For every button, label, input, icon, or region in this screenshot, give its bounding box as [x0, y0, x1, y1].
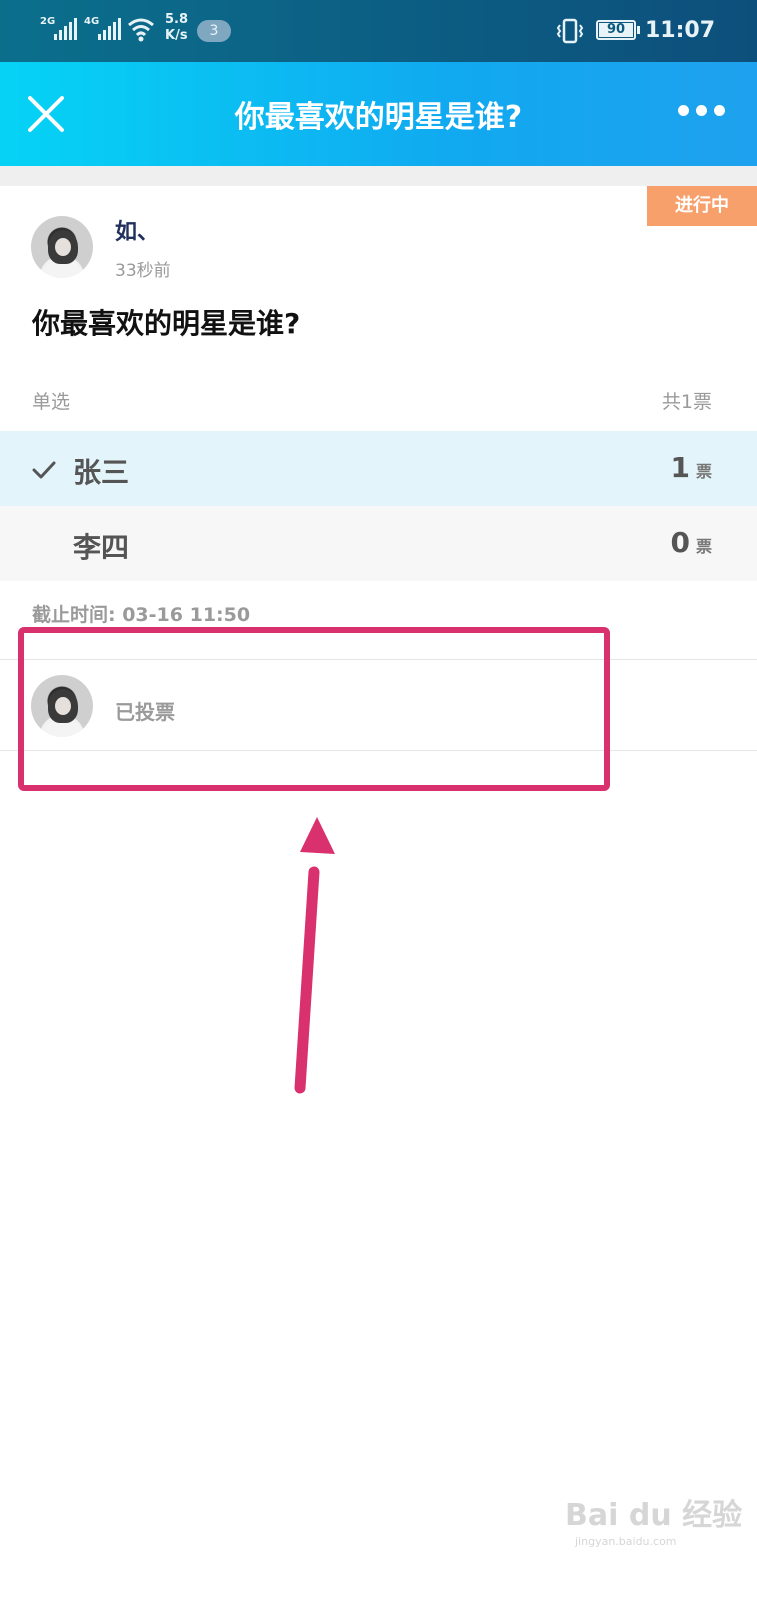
- option-count-value: 1: [670, 451, 690, 484]
- battery-nub: [637, 26, 640, 34]
- clock: 11:07: [645, 18, 716, 43]
- option-label: 张三: [73, 456, 130, 489]
- post-time: 33秒前: [115, 261, 171, 281]
- option-count-unit: 票: [695, 462, 712, 481]
- watermark-url: jingyan.baidu.com: [575, 1535, 677, 1548]
- option-count: 1票: [671, 451, 713, 484]
- arrow-annotation: [294, 817, 335, 1094]
- more-dots-icon[interactable]: [678, 105, 725, 116]
- net-speed: 5.8 K/s: [165, 12, 188, 44]
- option-count-unit: 票: [695, 537, 712, 556]
- total-votes: 共1票: [661, 391, 712, 413]
- deadline: 截止时间: 03-16 11:50: [32, 604, 251, 626]
- poll-option-1[interactable]: 张三 1票: [0, 431, 757, 506]
- status-bar: 2G 4G 5.8 K/s 3 90 11:07: [0, 0, 757, 62]
- close-icon[interactable]: [26, 94, 66, 134]
- author-name[interactable]: 如、: [115, 214, 159, 246]
- poll-option-2[interactable]: 李四 0票: [0, 506, 757, 581]
- vibrate-icon: [556, 18, 584, 44]
- notification-badge: 3: [197, 20, 231, 42]
- signal-2-label: 4G: [84, 16, 100, 27]
- battery-level: 90: [606, 22, 626, 37]
- status-badge: 进行中: [643, 186, 757, 226]
- option-label: 李四: [73, 531, 130, 564]
- vote-type-label: 单选: [32, 391, 71, 413]
- signal-1-icon: [54, 18, 77, 40]
- option-count-value: 0: [670, 526, 690, 559]
- signal-2-icon: [98, 18, 121, 40]
- poll-question: 你最喜欢的明星是谁?: [32, 307, 301, 340]
- watermark-logo: Bai du 经验: [565, 1498, 743, 1533]
- wifi-icon: [128, 18, 154, 42]
- page-title: 你最喜欢的明星是谁?: [234, 100, 523, 135]
- highlight-box: [18, 627, 610, 791]
- app-header: 你最喜欢的明星是谁?: [0, 62, 757, 166]
- net-speed-value: 5.8: [165, 12, 189, 27]
- section-gap: [0, 166, 757, 186]
- option-count: 0票: [671, 526, 713, 559]
- net-speed-unit: K/s: [165, 28, 188, 43]
- check-icon: [32, 461, 56, 479]
- signal-1-label: 2G: [40, 16, 56, 27]
- battery-icon: 90: [596, 20, 636, 40]
- author-avatar[interactable]: [31, 216, 93, 278]
